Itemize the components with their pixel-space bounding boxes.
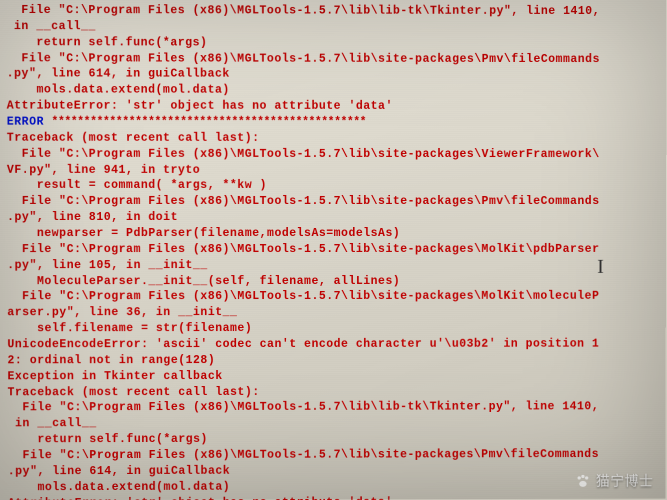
console-line: mols.data.extend(mol.data) [8,479,658,496]
console-line: Exception in Tkinter callback [7,368,657,385]
console-line: File "C:\Program Files (x86)\MGLTools-1.… [7,51,659,68]
console-line: AttributeError: 'str' object has no attr… [7,99,659,116]
console-line: in __call__ [6,19,658,36]
console-line: ERROR **********************************… [7,115,659,131]
console-line: AttributeError: 'str' object has no attr… [8,494,658,500]
console-line: .py", line 614, in guiCallback [7,67,659,84]
console-line: arser.py", line 36, in __init__ [7,305,658,321]
console-line: File "C:\Program Files (x86)\MGLTools-1.… [7,146,658,162]
console-line: self.filename = str(filename) [7,321,658,337]
console-line: VF.py", line 941, in tryto [7,162,658,178]
console-line: return self.func(*args) [8,431,658,448]
console-line: 2: ordinal not in range(128) [7,352,657,369]
console-line: .py", line 614, in guiCallback [8,463,658,480]
console-output: File "C:\Program Files (x86)\MGLTools-1.… [6,3,658,500]
console-line: .py", line 105, in __init__ [7,258,658,274]
console-line: result = command( *args, **kw ) [7,178,658,194]
console-line: Traceback (most recent call last): [7,131,659,147]
console-line: .py", line 810, in doit [7,210,658,226]
console-line: mols.data.extend(mol.data) [7,83,659,100]
error-separator: ****************************************… [51,116,366,129]
console-line: File "C:\Program Files (x86)\MGLTools-1.… [8,447,658,464]
paw-icon [574,472,592,490]
console-line: File "C:\Program Files (x86)\MGLTools-1.… [7,194,658,210]
console-line: Traceback (most recent call last): [8,384,658,401]
console-line: UnicodeEncodeError: 'ascii' codec can't … [7,337,657,354]
error-label: ERROR [7,116,52,129]
console-line: MoleculeParser.__init__(self, filename, … [7,273,658,289]
watermark-label: 猫宁博士 [596,472,654,491]
console-line: File "C:\Program Files (x86)\MGLTools-1.… [7,242,658,258]
console-line: File "C:\Program Files (x86)\MGLTools-1.… [8,400,658,417]
console-line: File "C:\Program Files (x86)\MGLTools-1.… [6,3,658,20]
watermark: 猫宁博士 [574,472,653,491]
console-line: in __call__ [8,416,658,433]
console-line: newparser = PdbParser(filename,modelsAs=… [7,226,658,242]
console-line: File "C:\Program Files (x86)\MGLTools-1.… [7,289,658,305]
console-line: return self.func(*args) [7,35,659,52]
